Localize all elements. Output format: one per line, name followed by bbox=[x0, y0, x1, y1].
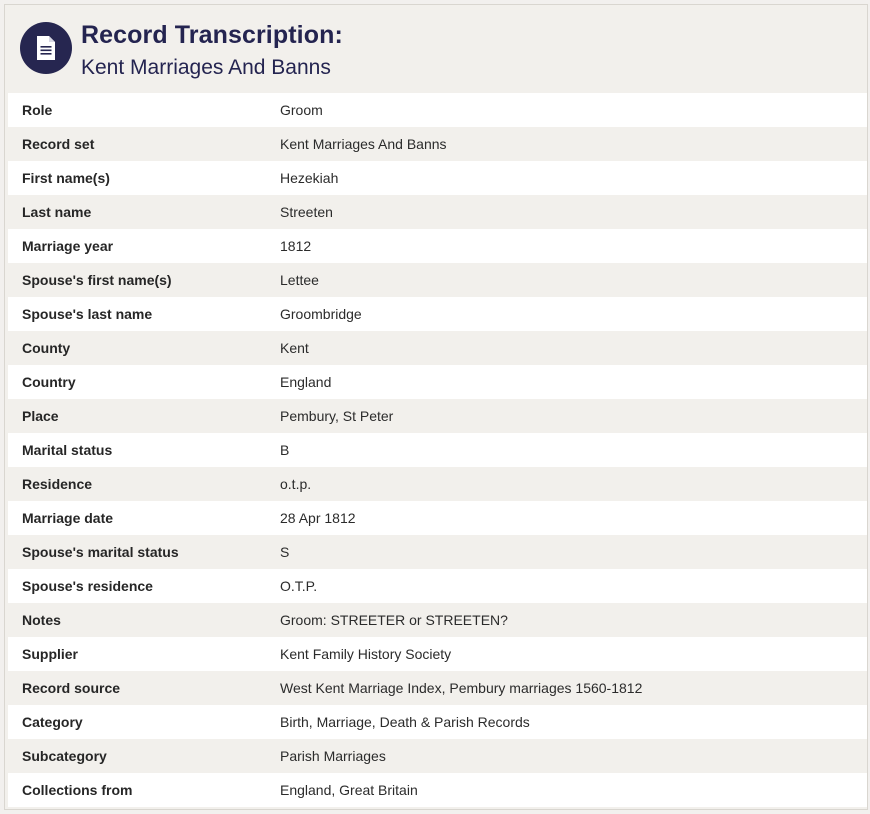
record-row: Record source West Kent Marriage Index, P… bbox=[8, 671, 867, 705]
page-title: Record Transcription: bbox=[81, 21, 343, 49]
record-row: Spouse's marital status S bbox=[8, 535, 867, 569]
record-row: Place Pembury, St Peter bbox=[8, 399, 867, 433]
record-field-label: Spouse's marital status bbox=[8, 535, 280, 569]
record-field-label: County bbox=[8, 331, 280, 365]
record-field-value: Kent Marriages And Banns bbox=[280, 127, 867, 161]
record-type-badge bbox=[20, 22, 72, 74]
record-row: Spouse's residence O.T.P. bbox=[8, 569, 867, 603]
record-header: Record Transcription: Kent Marriages And… bbox=[5, 5, 867, 93]
record-field-label: Spouse's first name(s) bbox=[8, 263, 280, 297]
record-field-label: Role bbox=[8, 93, 280, 127]
record-field-label: Marriage date bbox=[8, 501, 280, 535]
record-row: Spouse's first name(s) Lettee bbox=[8, 263, 867, 297]
record-field-label: Subcategory bbox=[8, 739, 280, 773]
record-row: Spouse's last name Groombridge bbox=[8, 297, 867, 331]
record-field-label: Category bbox=[8, 705, 280, 739]
record-field-value: Streeten bbox=[280, 195, 867, 229]
record-row: First name(s) Hezekiah bbox=[8, 161, 867, 195]
document-icon bbox=[37, 36, 55, 60]
record-field-value: England, Great Britain bbox=[280, 773, 867, 807]
record-field-value: B bbox=[280, 433, 867, 467]
record-field-label: Country bbox=[8, 365, 280, 399]
record-field-value: S bbox=[280, 535, 867, 569]
record-field-value: Birth, Marriage, Death & Parish Records bbox=[280, 705, 867, 739]
record-row: Notes Groom: STREETER or STREETEN? bbox=[8, 603, 867, 637]
record-row: Category Birth, Marriage, Death & Parish … bbox=[8, 705, 867, 739]
record-row: Role Groom bbox=[8, 93, 867, 127]
record-row: Supplier Kent Family History Society bbox=[8, 637, 867, 671]
record-field-value: West Kent Marriage Index, Pembury marria… bbox=[280, 671, 867, 705]
record-field-label: Spouse's residence bbox=[8, 569, 280, 603]
record-row: Record set Kent Marriages And Banns bbox=[8, 127, 867, 161]
record-field-value: England bbox=[280, 365, 867, 399]
record-field-value: o.t.p. bbox=[280, 467, 867, 501]
record-row: Residence o.t.p. bbox=[8, 467, 867, 501]
record-field-value: Lettee bbox=[280, 263, 867, 297]
record-field-value: 1812 bbox=[280, 229, 867, 263]
record-row: Marriage date 28 Apr 1812 bbox=[8, 501, 867, 535]
record-field-label: Residence bbox=[8, 467, 280, 501]
record-field-label: Collections from bbox=[8, 773, 280, 807]
record-field-label: Marital status bbox=[8, 433, 280, 467]
record-field-label: Place bbox=[8, 399, 280, 433]
record-row: Marital status B bbox=[8, 433, 867, 467]
record-field-label: Record set bbox=[8, 127, 280, 161]
record-field-label: Supplier bbox=[8, 637, 280, 671]
record-transcription-panel: Record Transcription: Kent Marriages And… bbox=[4, 4, 868, 810]
record-field-value: Groom bbox=[280, 93, 867, 127]
record-field-label: First name(s) bbox=[8, 161, 280, 195]
record-field-value: 28 Apr 1812 bbox=[280, 501, 867, 535]
record-row: Last name Streeten bbox=[8, 195, 867, 229]
record-field-value: Kent bbox=[280, 331, 867, 365]
record-field-value: Parish Marriages bbox=[280, 739, 867, 773]
record-row: Marriage year 1812 bbox=[8, 229, 867, 263]
record-field-value: Groombridge bbox=[280, 297, 867, 331]
record-field-label: Marriage year bbox=[8, 229, 280, 263]
record-details-table: Role Groom Record set Kent Marriages And Ba… bbox=[8, 93, 867, 807]
record-field-label: Last name bbox=[8, 195, 280, 229]
record-row: Collections from England, Great Britain bbox=[8, 773, 867, 807]
record-row: Subcategory Parish Marriages bbox=[8, 739, 867, 773]
record-field-label: Spouse's last name bbox=[8, 297, 280, 331]
record-set-subtitle: Kent Marriages And Banns bbox=[81, 56, 331, 79]
record-field-value: O.T.P. bbox=[280, 569, 867, 603]
record-row: County Kent bbox=[8, 331, 867, 365]
record-field-value: Hezekiah bbox=[280, 161, 867, 195]
record-row: Country England bbox=[8, 365, 867, 399]
record-field-value: Pembury, St Peter bbox=[280, 399, 867, 433]
record-field-label: Record source bbox=[8, 671, 280, 705]
record-field-value: Groom: STREETER or STREETEN? bbox=[280, 603, 867, 637]
record-field-value: Kent Family History Society bbox=[280, 637, 867, 671]
record-field-label: Notes bbox=[8, 603, 280, 637]
